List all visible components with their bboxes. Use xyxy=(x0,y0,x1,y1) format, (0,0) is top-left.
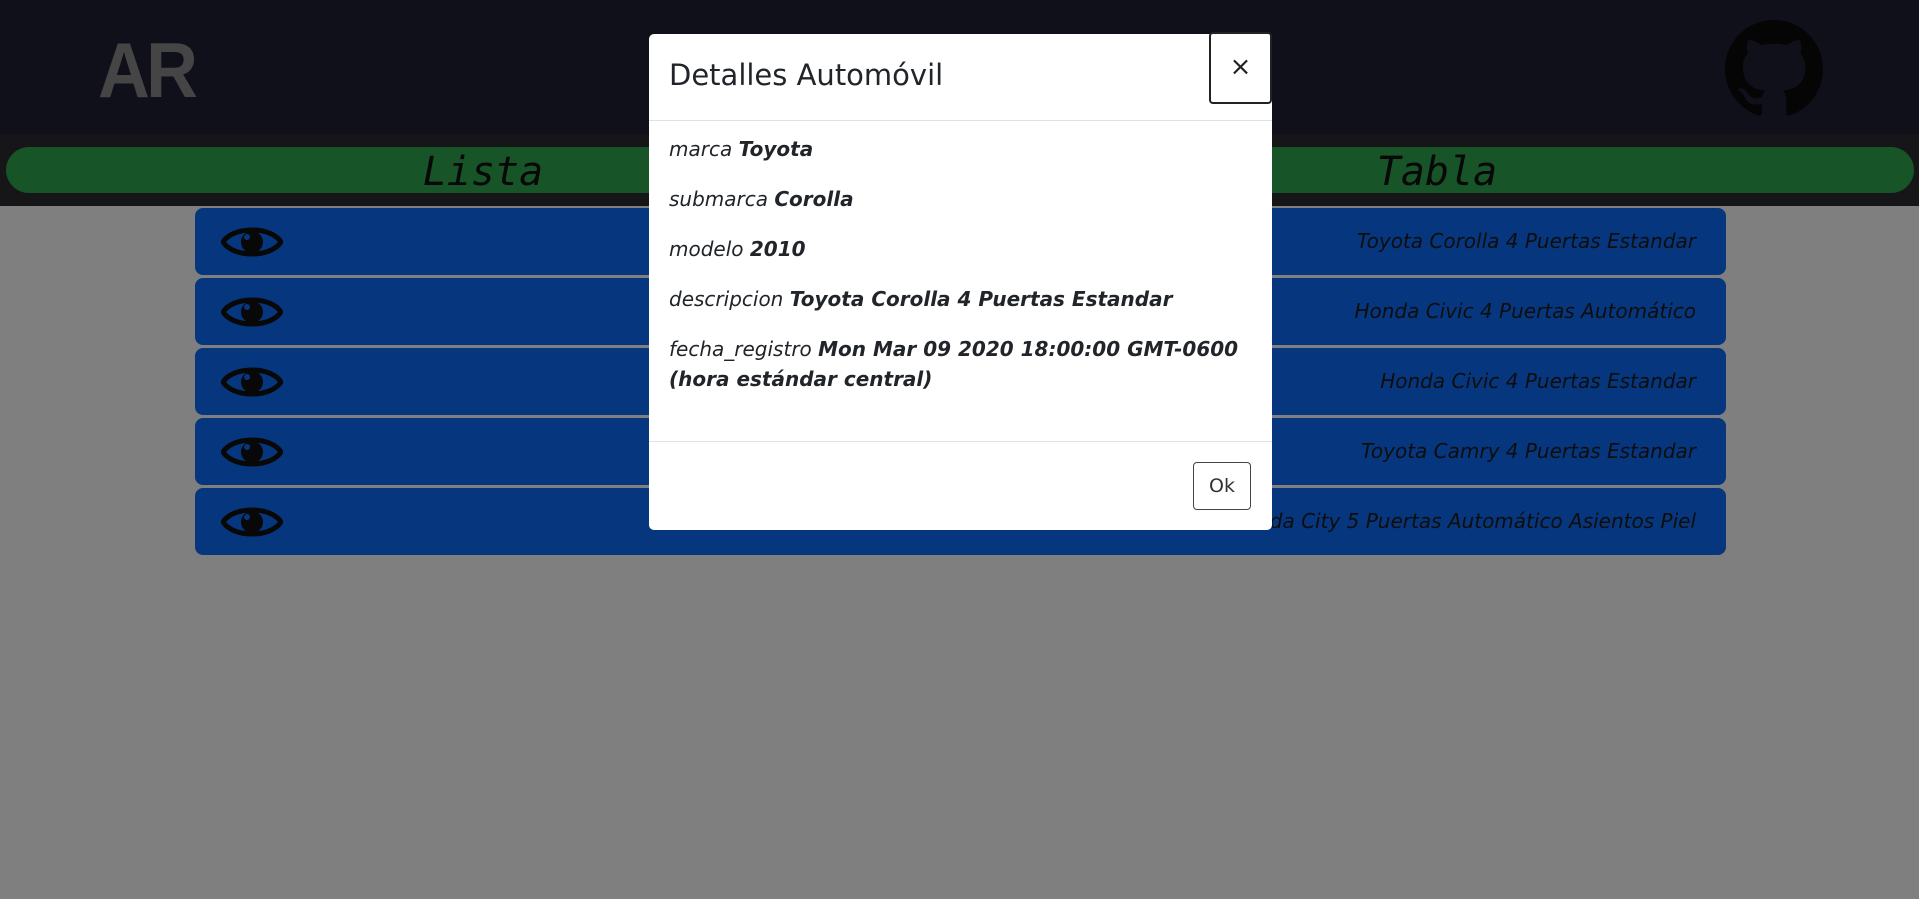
modal-title: Detalles Automóvil xyxy=(669,58,944,92)
field-label: fecha_registro xyxy=(669,337,812,361)
field-descripcion: descripcion Toyota Corolla 4 Puertas Est… xyxy=(669,284,1252,314)
field-value: Corolla xyxy=(774,187,854,211)
field-label: modelo xyxy=(669,237,744,261)
close-button[interactable]: × xyxy=(1209,32,1272,104)
modal-footer: Ok xyxy=(649,441,1272,530)
field-label: descripcion xyxy=(669,287,784,311)
ok-button[interactable]: Ok xyxy=(1193,462,1251,510)
field-value: Toyota xyxy=(738,137,814,161)
field-modelo: modelo 2010 xyxy=(669,234,1252,264)
modal-header: Detalles Automóvil × xyxy=(649,32,1272,121)
field-value: Toyota Corolla 4 Puertas Estandar xyxy=(789,287,1173,311)
field-value: 2010 xyxy=(749,237,806,261)
modal-body: marca Toyota submarca Corolla modelo 201… xyxy=(669,134,1252,414)
field-label: marca xyxy=(669,137,733,161)
field-label: submarca xyxy=(669,187,769,211)
field-submarca: submarca Corolla xyxy=(669,184,1252,214)
field-marca: marca Toyota xyxy=(669,134,1252,164)
car-details-modal: Detalles Automóvil × marca Toyota submar… xyxy=(649,32,1272,530)
field-fecha-registro: fecha_registro Mon Mar 09 2020 18:00:00 … xyxy=(669,334,1252,394)
